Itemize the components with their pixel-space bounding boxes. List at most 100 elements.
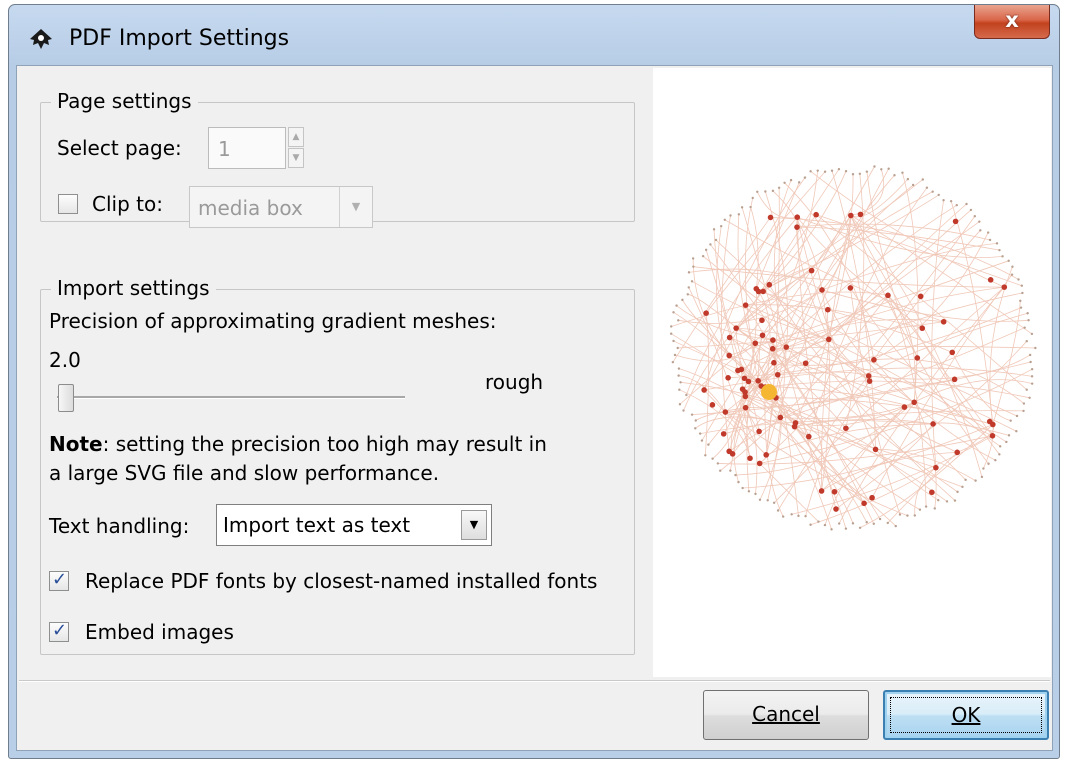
graph-node <box>857 211 864 218</box>
precision-slider-track[interactable] <box>57 396 405 399</box>
graph-node <box>774 371 781 378</box>
embed-images-checkbox[interactable] <box>49 620 69 642</box>
graph-leaf-node <box>790 513 793 516</box>
graph-leaf-node <box>709 243 712 246</box>
graph-leaf-node <box>987 462 990 465</box>
graph-edge <box>762 170 819 336</box>
graph-leaf-node <box>998 453 1001 456</box>
graph-leaf-node <box>1034 346 1037 350</box>
note-bold: Note <box>49 432 103 456</box>
graph-leaf-node <box>894 524 897 528</box>
graph-leaf-node <box>676 346 679 350</box>
ok-button[interactable]: OK <box>883 690 1049 740</box>
graph-edge <box>755 182 800 289</box>
graph-leaf-node <box>682 409 685 412</box>
graph-leaf-node <box>998 248 1001 252</box>
replace-fonts-checkbox[interactable] <box>49 569 69 591</box>
graph-leaf-node <box>711 457 714 460</box>
spin-up-icon[interactable]: ▲ <box>288 127 304 147</box>
graph-leaf-node <box>809 170 812 173</box>
graph-leaf-node <box>921 178 924 181</box>
graph-node <box>990 421 996 428</box>
graph-node <box>930 421 936 427</box>
cancel-button-label: Cancel <box>752 702 820 726</box>
graph-leaf-node <box>893 174 896 177</box>
replace-fonts-label[interactable]: Replace PDF fonts by closest-named insta… <box>85 569 597 593</box>
graph-leaf-node <box>931 190 934 193</box>
graph-node <box>703 310 709 316</box>
graph-leaf-node <box>816 169 819 172</box>
close-icon: x <box>1005 8 1019 32</box>
graph-node <box>818 488 825 494</box>
graph-leaf-node <box>679 381 682 384</box>
graph-leaf-node <box>749 205 752 209</box>
graph-node <box>866 378 873 384</box>
graph-leaf-node <box>803 176 807 179</box>
graph-leaf-node <box>953 499 957 502</box>
graph-node <box>794 214 801 220</box>
graph-node <box>747 455 753 462</box>
select-page-stepper[interactable]: ▲ ▼ <box>288 127 304 169</box>
graph-leaf-node <box>823 523 827 527</box>
clip-to-select[interactable]: media box ▼ <box>189 186 373 228</box>
cancel-button[interactable]: Cancel <box>703 690 869 740</box>
graph-node <box>766 281 773 288</box>
graph-leaf-node <box>764 190 767 193</box>
graph-node <box>742 404 749 411</box>
graph-leaf-node <box>906 177 910 181</box>
graph-node <box>954 449 961 456</box>
graph-leaf-node <box>1005 440 1008 444</box>
graph-node <box>792 420 799 426</box>
graph-leaf-node <box>681 298 684 302</box>
graph-node <box>843 425 849 432</box>
graph-node <box>951 376 958 383</box>
graph-node <box>742 302 749 308</box>
graph-edge <box>679 389 751 459</box>
graph-node <box>725 374 731 381</box>
graph-leaf-node <box>772 501 776 504</box>
graph-leaf-node <box>851 173 855 176</box>
graph-leaf-node <box>937 499 940 502</box>
graph-node <box>752 340 759 347</box>
graph-node <box>949 349 956 356</box>
graph-leaf-node <box>723 218 726 221</box>
graph-leaf-node <box>690 280 694 283</box>
dialog-body: Page settings Select page: 1 ▲ ▼ Clip to… <box>16 65 1053 751</box>
clip-to-checkbox[interactable] <box>58 194 78 214</box>
graph-leaf-node <box>986 231 990 234</box>
graph-node <box>770 337 776 343</box>
graph-node <box>756 428 762 435</box>
graph-leaf-node <box>777 186 781 189</box>
graph-node <box>783 344 790 350</box>
graph-leaf-node <box>677 319 680 322</box>
graph-leaf-node <box>886 521 889 525</box>
graph-leaf-node <box>865 170 869 173</box>
graph-leaf-node <box>955 203 958 207</box>
graph-leaf-node <box>677 367 681 370</box>
graph-leaf-node <box>1025 339 1028 343</box>
graph-leaf-node <box>911 183 915 187</box>
precision-slider-handle[interactable] <box>58 384 74 412</box>
text-handling-value: Import text as text <box>223 513 411 537</box>
embed-images-label[interactable]: Embed images <box>85 620 234 644</box>
graph-node <box>919 325 926 332</box>
graph-edge <box>744 378 832 530</box>
spin-down-icon[interactable]: ▼ <box>288 148 304 168</box>
graph-leaf-node <box>698 432 702 435</box>
graph-node <box>720 431 727 437</box>
graph-leaf-node <box>844 169 848 173</box>
graph-leaf-node <box>701 254 705 258</box>
graph-node <box>794 224 800 230</box>
graph-leaf-node <box>1015 414 1019 418</box>
title-bar[interactable]: PDF Import Settings x <box>9 5 1059 65</box>
close-button[interactable]: x <box>974 5 1050 39</box>
button-separator <box>19 680 1050 682</box>
chevron-down-icon[interactable]: ▼ <box>461 510 487 540</box>
select-page-spinbox[interactable]: 1 <box>208 127 286 169</box>
graph-node <box>771 359 777 366</box>
graph-leaf-node <box>690 413 694 416</box>
text-handling-select[interactable]: Import text as text ▼ <box>216 504 492 546</box>
graph-leaf-node <box>858 526 862 529</box>
graph-leaf-node <box>1022 409 1025 413</box>
graph-leaf-node <box>837 522 841 525</box>
